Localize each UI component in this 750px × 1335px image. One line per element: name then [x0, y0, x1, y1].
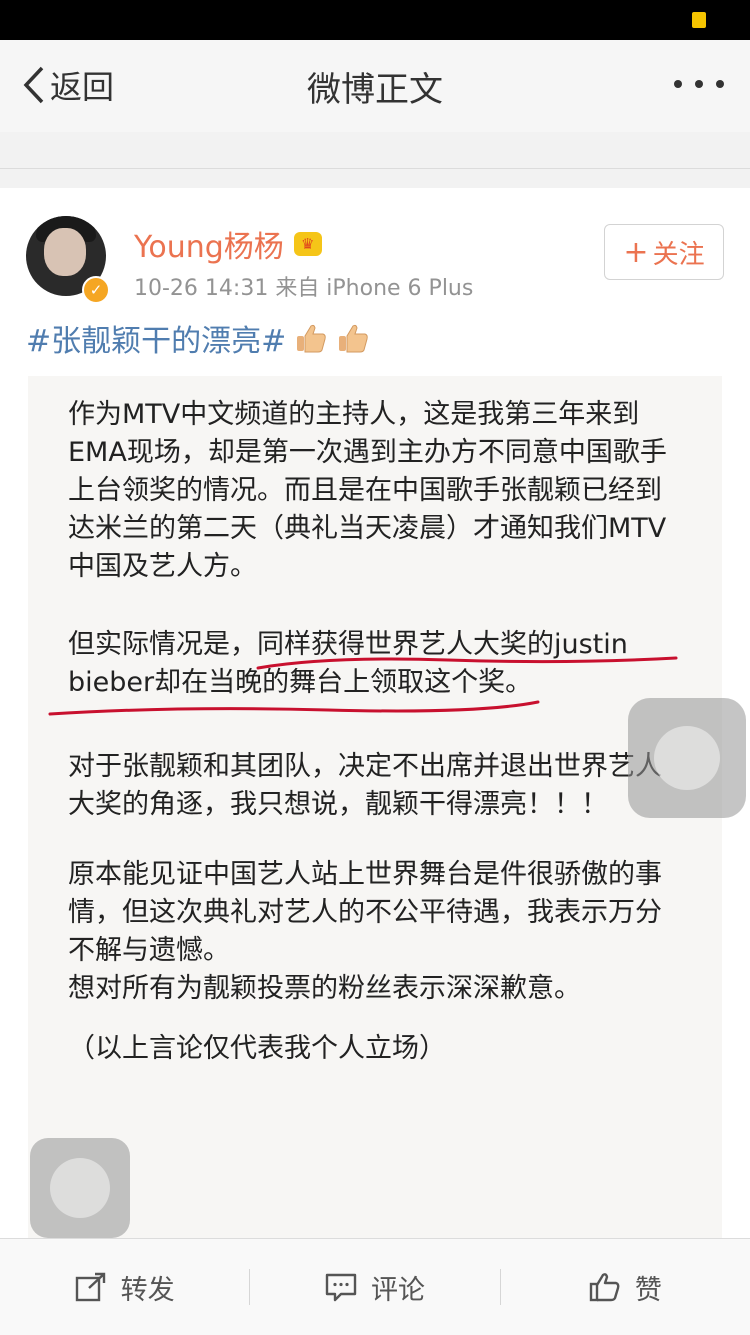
post-text: #张靓颖干的漂亮#: [26, 316, 370, 360]
like-icon: [589, 1273, 620, 1302]
follow-label: 关注: [652, 239, 705, 270]
like-button[interactable]: 赞: [501, 1239, 750, 1335]
post-meta: 10-26 14:31 来自 iPhone 6 Plus: [134, 276, 474, 301]
more-dots-icon[interactable]: [674, 74, 724, 94]
nav-divider: [0, 132, 750, 169]
vip-crown-icon: ♛: [293, 232, 322, 256]
repost-button[interactable]: 转发: [0, 1239, 249, 1335]
comment-label: 评论: [370, 1274, 425, 1306]
plus-icon: +: [623, 234, 649, 270]
image-paragraph: 对于张靓颖和其团队，决定不出席并退出世界艺人大奖的角逐，我只想说，靓颖干得漂亮！…: [68, 751, 662, 820]
nav-bar: 返回 微博正文: [0, 40, 750, 132]
post-image[interactable]: 作为MTV中文频道的主持人，这是我第三年来到EMA现场，却是第一次遇到主办方不同…: [28, 376, 722, 1238]
battery-icon: [692, 12, 706, 28]
page-title: 微博正文: [307, 70, 443, 110]
thumbs-up-emoji-icon: [339, 324, 369, 353]
assistive-touch-button[interactable]: [628, 698, 746, 818]
repost-icon: [75, 1272, 105, 1302]
image-paragraph: （以上言论仅代表我个人立场）: [68, 1033, 446, 1064]
comment-icon: [325, 1273, 357, 1302]
thumbs-up-emoji-icon: [297, 324, 327, 353]
image-paragraph: 但实际情况是，同样获得世界艺人大奖的justin bieber却在当晚的舞台上领…: [68, 629, 628, 698]
assistive-touch-button[interactable]: [30, 1138, 130, 1238]
like-label: 赞: [634, 1274, 662, 1306]
verified-badge-icon: ✓: [82, 276, 110, 304]
image-paragraph: 原本能见证中国艺人站上世界舞台是件很骄傲的事情，但这次典礼对艺人的不公平待遇，我…: [68, 859, 662, 1004]
comment-button[interactable]: 评论: [250, 1239, 499, 1335]
username[interactable]: Young杨杨: [134, 222, 284, 266]
status-bar: [0, 0, 750, 40]
repost-label: 转发: [120, 1274, 175, 1306]
author-row: Young杨杨 ♛: [134, 222, 322, 266]
hashtag-link[interactable]: #张靓颖干的漂亮#: [26, 316, 286, 360]
image-paragraph: 作为MTV中文频道的主持人，这是我第三年来到EMA现场，却是第一次遇到主办方不同…: [68, 399, 667, 582]
follow-button[interactable]: + 关注: [604, 224, 724, 280]
action-bar: 转发 评论 赞: [0, 1238, 750, 1335]
